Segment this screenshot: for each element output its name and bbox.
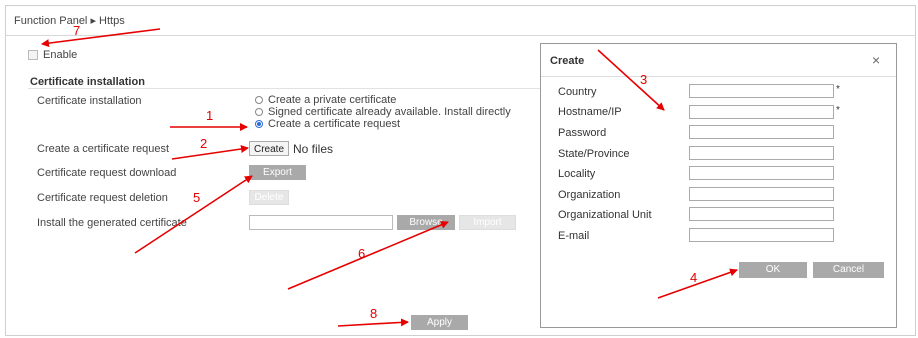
arrow-7 <box>41 28 161 48</box>
annotation-3: 3 <box>640 72 648 87</box>
annotation-8: 8 <box>370 306 378 321</box>
annotation-arrows <box>41 28 738 327</box>
annotation-5: 5 <box>193 190 201 205</box>
annotation-4: 4 <box>690 270 698 285</box>
arrow-5 <box>134 175 253 254</box>
annotation-1: 1 <box>206 108 214 123</box>
arrow-8 <box>337 318 409 327</box>
arrow-2 <box>171 145 249 160</box>
arrow-4 <box>657 268 738 299</box>
annotation-2: 2 <box>200 136 208 151</box>
annotation-7: 7 <box>73 23 81 38</box>
arrow-6 <box>287 221 449 290</box>
arrow-3 <box>597 49 665 111</box>
annotation-6: 6 <box>358 246 366 261</box>
